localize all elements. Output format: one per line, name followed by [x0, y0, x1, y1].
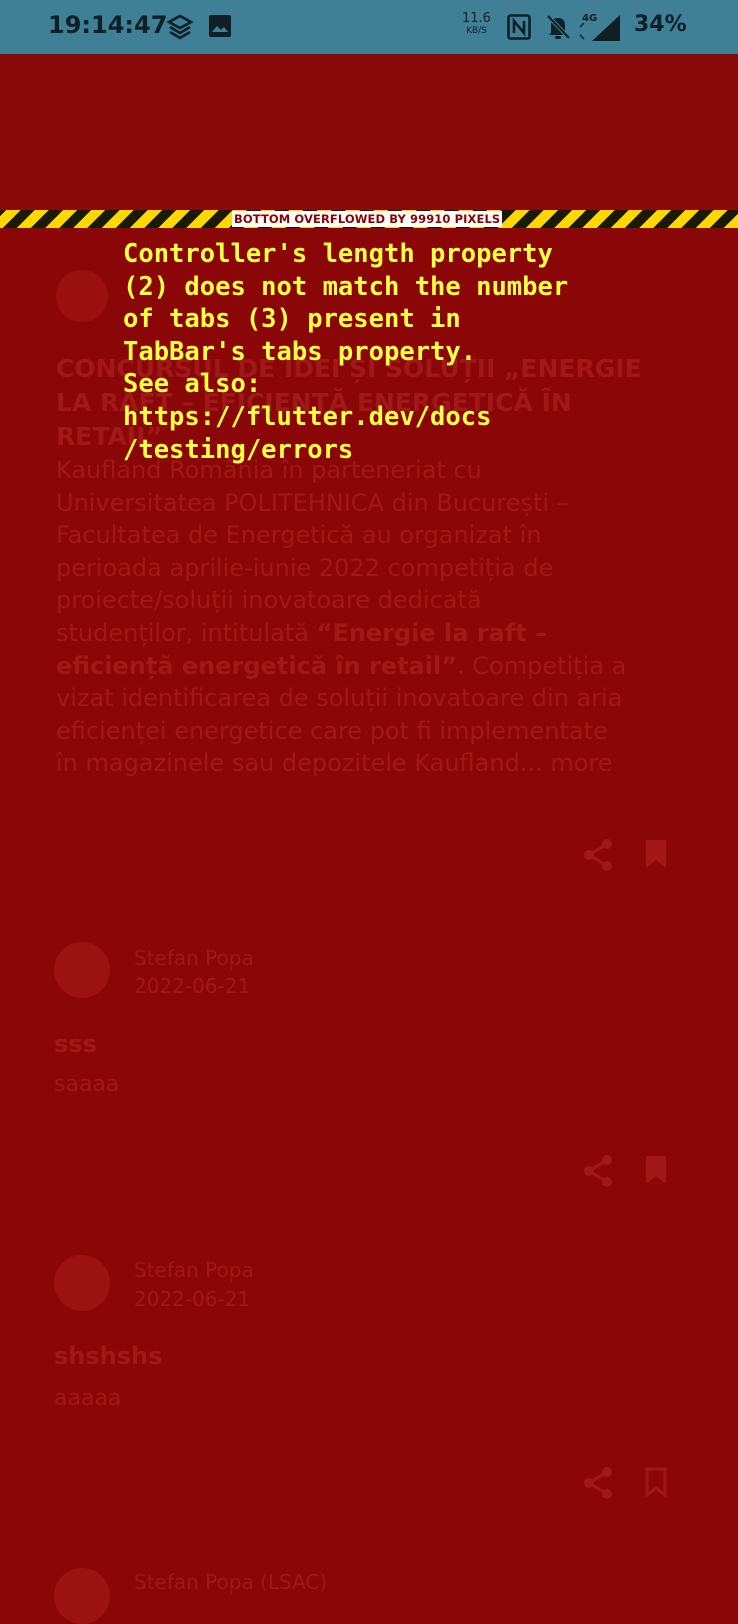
status-bar: 19:14:47 11.6 KB/S 4G 34% [0, 0, 738, 54]
body-text: în magazinele sau depozitele Kaufland... [56, 749, 543, 778]
avatar [54, 1255, 110, 1311]
signal-4g-icon: 4G [578, 11, 622, 47]
share-icon[interactable] [582, 1466, 614, 1500]
body-line: studenților, intitulată “Energie la raft… [56, 617, 696, 650]
bookmark-icon[interactable] [644, 1154, 668, 1186]
body-emphasis: eficiență energetică în retail” [56, 651, 457, 680]
body-line: Facultatea de Energetică au organizat în [56, 521, 542, 550]
body-line: Universitatea POLITEHNICA din București … [56, 488, 569, 517]
bookmark-icon[interactable] [644, 838, 668, 870]
body-line: eficienței energetice care pot fi implem… [56, 716, 608, 745]
layers-icon [166, 13, 194, 45]
body-line: în magazinele sau depozitele Kaufland...… [56, 747, 696, 780]
post-author: Stefan Popa [134, 1258, 254, 1282]
nfc-icon [507, 14, 531, 44]
speed-value: 11.6 [462, 11, 491, 26]
overflow-banner: BOTTOM OVERFLOWED BY 99910 PIXELS [232, 211, 503, 227]
avatar [54, 942, 110, 998]
post-author: Stefan Popa (LSAC) [134, 1570, 328, 1594]
speed-unit: KB/S [466, 26, 487, 36]
network-speed: 11.6 KB/S [462, 12, 491, 38]
body-line: eficiență energetică în retail”. Competi… [56, 650, 696, 683]
app-bar [0, 54, 738, 210]
image-icon [208, 14, 232, 42]
avatar [54, 1568, 110, 1624]
body-line: vizat identificarea de soluții inovatoar… [56, 684, 623, 713]
bookmark-outline-icon[interactable] [644, 1466, 668, 1498]
read-more-link[interactable]: more [550, 749, 612, 777]
body-emphasis: “Energie la raft – [316, 618, 548, 647]
body-line: proiecte/soluții inovatoare dedicată [56, 586, 482, 615]
mute-bell-icon [545, 13, 571, 45]
error-message: Controller's length property (2) does no… [123, 239, 569, 465]
share-icon[interactable] [582, 1154, 614, 1188]
org-logo [56, 270, 108, 322]
body-text: . Competiția a [457, 651, 627, 680]
status-time: 19:14:47 [48, 11, 168, 39]
svg-text:4G: 4G [582, 13, 597, 24]
article-body: Kaufland România în parteneriat cu Unive… [56, 454, 696, 780]
battery-level: 34% [634, 12, 687, 37]
body-text: studenților, intitulată [56, 618, 309, 647]
post-body: aaaaa [54, 1386, 122, 1411]
post-author: Stefan Popa [134, 946, 254, 970]
post-body: saaaa [54, 1072, 120, 1097]
post-title: sss [54, 1030, 97, 1058]
share-icon[interactable] [582, 838, 614, 872]
body-line: perioada aprilie-iunie 2022 competiția d… [56, 553, 554, 582]
post-title: shshshs [54, 1342, 163, 1370]
post-date: 2022-06-21 [134, 1287, 251, 1311]
post-date: 2022-06-21 [134, 974, 251, 998]
